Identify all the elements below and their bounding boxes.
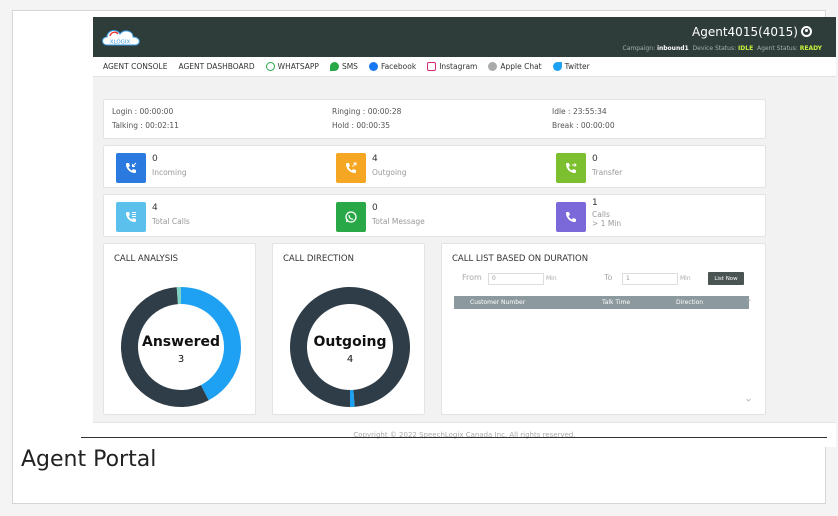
whatsapp-icon <box>265 62 275 71</box>
total-message-label: Total Message <box>372 217 425 226</box>
call-direction-title: CALL DIRECTION <box>283 254 354 264</box>
total-message-value: 0 <box>372 203 378 213</box>
call-analysis-panel: CALL ANALYSIS Answered 3 <box>103 243 256 415</box>
call-list-table-body <box>454 309 749 404</box>
nav-apple-chat[interactable]: Apple Chat <box>488 62 542 71</box>
transfer-call-icon <box>556 153 586 183</box>
window-frame: XLOGIX Agent4015(4015) Campaign: inbound… <box>12 10 836 504</box>
long-calls-value: 1 <box>592 198 598 208</box>
to-unit: Min <box>680 275 691 282</box>
outgoing-value: 4 <box>372 154 378 164</box>
break-timer: Break : 00:00:00 <box>552 121 615 130</box>
top-bar: XLOGIX Agent4015(4015) Campaign: inbound… <box>93 17 836 57</box>
device-status: IDLE <box>738 45 754 52</box>
to-label: To <box>604 273 613 282</box>
long-calls-phone-icon <box>556 202 586 232</box>
long-calls-label: Calls <box>592 210 610 219</box>
idle-timer: Idle : 23:55:34 <box>552 107 607 116</box>
from-input[interactable]: 0 <box>488 273 544 285</box>
facebook-icon <box>368 62 378 71</box>
nav-sms[interactable]: SMS <box>329 62 358 71</box>
talking-timer: Talking : 00:02:11 <box>112 121 179 130</box>
stats-row-1: 0 Incoming 4 Outgoing 0 Transfer <box>103 145 766 188</box>
instagram-icon <box>427 62 437 71</box>
nav-agent-dashboard[interactable]: AGENT DASHBOARD <box>178 62 254 71</box>
login-timer: Login : 00:00:00 <box>112 107 174 116</box>
incoming-call-icon <box>116 153 146 183</box>
col-talk-time[interactable]: Talk Time <box>602 299 630 306</box>
call-analysis-center-value: 3 <box>178 354 184 365</box>
agent-status: READY <box>799 45 822 52</box>
call-direction-panel: CALL DIRECTION Outgoing 4 <box>272 243 425 415</box>
apple-icon <box>488 62 498 71</box>
nav-facebook[interactable]: Facebook <box>368 62 416 71</box>
call-analysis-donut: Answered 3 <box>121 287 242 407</box>
long-calls-sublabel: > 1 Min <box>592 219 622 228</box>
footer-copyright: Copyright © 2022 SpeechLogix Canada Inc.… <box>93 422 836 447</box>
outgoing-call-icon <box>336 153 366 183</box>
call-analysis-title: CALL ANALYSIS <box>114 254 179 264</box>
scrollbar-arrows <box>746 298 751 402</box>
call-direction-donut: Outgoing 4 <box>290 287 411 407</box>
hold-timer: Hold : 00:00:35 <box>332 121 391 130</box>
agent-name: Agent4015(4015) <box>692 25 798 39</box>
call-direction-center-value: 4 <box>347 354 353 365</box>
incoming-value: 0 <box>152 154 158 164</box>
nav-instagram[interactable]: Instagram <box>427 62 477 71</box>
call-analysis-center-label: Answered <box>142 334 220 350</box>
incoming-label: Incoming <box>152 168 187 177</box>
ringing-timer: Ringing : 00:00:28 <box>332 107 402 116</box>
agent-portal-screenshot: XLOGIX Agent4015(4015) Campaign: inbound… <box>93 17 836 447</box>
sms-icon <box>329 62 339 71</box>
nav-agent-console[interactable]: AGENT CONSOLE <box>103 62 167 71</box>
outgoing-label: Outgoing <box>372 168 407 177</box>
call-list-panel: CALL LIST BASED ON DURATION From 0 Min T… <box>441 243 766 415</box>
from-unit: Min <box>546 275 557 282</box>
call-list-scrollbar[interactable] <box>745 296 752 404</box>
logo-text: XLOGIX <box>110 40 131 46</box>
nav-twitter[interactable]: Twitter <box>552 62 590 71</box>
message-whatsapp-icon <box>336 202 366 232</box>
to-input[interactable]: 1 <box>622 273 678 285</box>
twitter-icon <box>552 62 562 71</box>
total-calls-label: Total Calls <box>152 217 190 226</box>
total-calls-value: 4 <box>152 203 158 213</box>
timers-card: Login : 00:00:00 Talking : 00:02:11 Ring… <box>103 99 766 139</box>
caption-divider <box>81 437 827 438</box>
main-nav: AGENT CONSOLE AGENT DASHBOARD WHATSAPP S… <box>93 57 836 77</box>
transfer-value: 0 <box>592 154 598 164</box>
xlogix-logo[interactable]: XLOGIX <box>101 25 145 49</box>
col-customer-number[interactable]: Customer Number <box>470 299 525 306</box>
list-now-button[interactable]: List Now <box>708 272 744 285</box>
caption-title: Agent Portal <box>21 447 157 472</box>
from-label: From <box>462 273 482 282</box>
transfer-label: Transfer <box>592 168 623 177</box>
call-list-title: CALL LIST BASED ON DURATION <box>452 254 589 264</box>
user-icon[interactable] <box>801 26 812 37</box>
col-direction[interactable]: Direction <box>676 299 703 306</box>
call-direction-center-label: Outgoing <box>314 334 387 350</box>
status-line: Campaign: inbound1 Device Status: IDLE A… <box>622 45 822 52</box>
stats-row-2: 4 Total Calls 0 Total Message 1 Calls > … <box>103 194 766 237</box>
total-calls-icon <box>116 202 146 232</box>
call-list-table-header: Customer Number Talk Time Direction <box>454 296 749 309</box>
nav-whatsapp[interactable]: WHATSAPP <box>265 62 319 71</box>
campaign-value: inbound1 <box>656 45 689 52</box>
